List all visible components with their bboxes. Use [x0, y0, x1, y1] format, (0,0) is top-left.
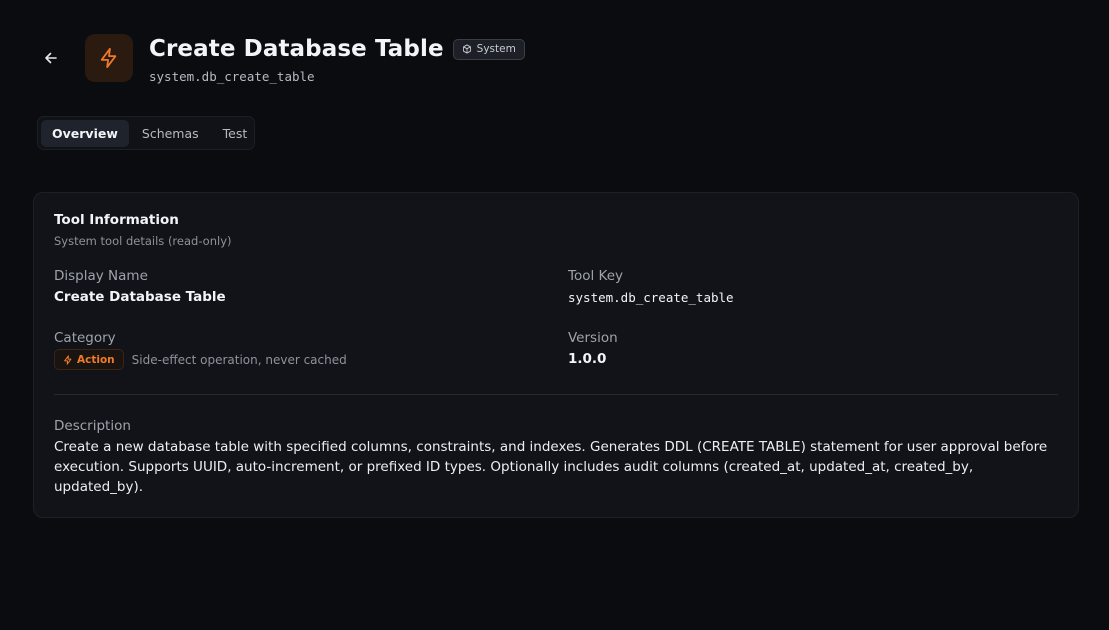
action-badge-label: Action — [77, 353, 115, 366]
description-label: Description — [54, 418, 131, 434]
back-button[interactable] — [38, 45, 64, 71]
action-badge: Action — [54, 349, 124, 370]
system-badge-label: System — [476, 43, 516, 55]
category-note: Side-effect operation, never cached — [131, 352, 347, 367]
tab-bar: Overview Schemas Test — [37, 116, 255, 150]
title-block: Create Database Table System system.db_c… — [149, 34, 525, 84]
category-label: Category — [54, 330, 116, 346]
tool-key-subtitle: system.db_create_table — [149, 69, 315, 84]
cube-icon — [462, 44, 471, 54]
title-row: Create Database Table System — [149, 34, 525, 64]
tool-detail-page: Create Database Table System system.db_c… — [0, 0, 1109, 630]
tab-overview[interactable]: Overview — [41, 119, 129, 147]
display-name-label: Display Name — [54, 268, 148, 284]
version-label: Version — [568, 330, 618, 346]
tool-key-label: Tool Key — [568, 268, 623, 284]
tab-schemas[interactable]: Schemas — [131, 120, 210, 147]
card-title: Tool Information — [54, 212, 179, 228]
lightning-icon — [64, 354, 72, 365]
tool-information-card: Tool Information System tool details (re… — [33, 192, 1079, 518]
version-value: 1.0.0 — [568, 351, 607, 367]
divider — [54, 394, 1058, 395]
arrow-left-icon — [45, 52, 57, 64]
description-value: Create a new database table with specifi… — [54, 439, 1048, 495]
card-subtitle: System tool details (read-only) — [54, 234, 232, 248]
category-row: Action Side-effect operation, never cach… — [54, 349, 347, 370]
tab-test[interactable]: Test — [212, 120, 259, 147]
tool-key-value: system.db_create_table — [568, 290, 734, 305]
system-badge: System — [452, 38, 525, 60]
display-name-value: Create Database Table — [54, 289, 226, 305]
lightning-icon — [100, 47, 117, 69]
tool-icon-container — [85, 34, 133, 82]
page-title: Create Database Table — [149, 36, 444, 62]
